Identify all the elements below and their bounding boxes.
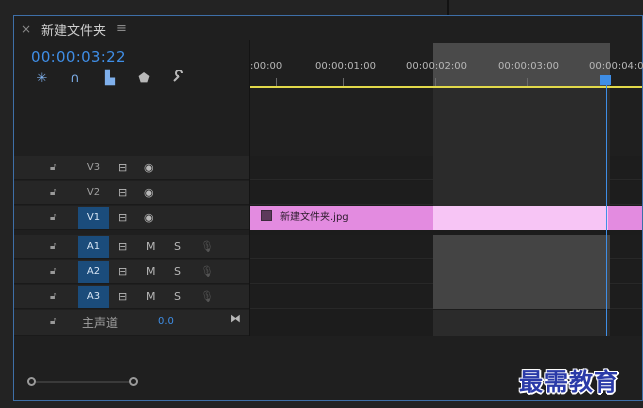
image-clip-icon — [261, 210, 272, 221]
master-volume-value[interactable]: 0.0 — [158, 316, 174, 327]
tab-sequence-title[interactable]: 新建文件夹 — [41, 20, 106, 39]
lock-icon[interactable]: 🔓︎ — [50, 266, 62, 278]
scrollbar-end-handle[interactable] — [129, 377, 138, 386]
master-track-label: 主声道 — [82, 316, 119, 330]
tab-close-icon[interactable]: × — [21, 22, 31, 36]
video-clip-selected-range[interactable] — [433, 206, 608, 230]
lock-icon[interactable]: 🔓︎ — [50, 212, 62, 224]
sync-lock-icon[interactable]: ⊟ — [118, 186, 127, 199]
mute-button[interactable]: M — [146, 240, 156, 253]
eye-icon[interactable]: ◉ — [144, 186, 154, 199]
sync-lock-icon[interactable]: ⊟ — [118, 290, 127, 303]
scrollbar-start-handle[interactable] — [27, 377, 36, 386]
microphone-icon[interactable]: 🎙︎ — [200, 265, 214, 278]
solo-button[interactable]: S — [174, 265, 181, 278]
solo-button[interactable]: S — [174, 290, 181, 303]
lock-icon[interactable]: 🔓︎ — [50, 241, 62, 253]
sync-lock-icon[interactable]: ⊟ — [118, 265, 127, 278]
ruler-label: 00:00:01:00 — [315, 61, 377, 72]
ruler-label: 00:00:03:00 — [498, 61, 560, 72]
in-out-shade-audio — [433, 235, 610, 309]
ruler-tick — [276, 78, 277, 86]
ruler-label: :00:00 — [250, 61, 283, 72]
track-label-v2[interactable]: V2 — [78, 182, 109, 204]
top-strip — [0, 0, 643, 15]
linked-selection-icon[interactable]: ▙ — [101, 70, 119, 88]
go-to-in-out-icon[interactable]: ⧓ — [230, 312, 241, 325]
eye-icon[interactable]: ◉ — [144, 161, 154, 174]
panel-divider — [447, 0, 449, 15]
track-label-a1[interactable]: A1 — [78, 236, 109, 258]
wrench-icon-svg — [173, 69, 183, 82]
watermark-logo: 最需教育 — [519, 367, 619, 396]
sync-lock-icon[interactable]: ⊟ — [118, 240, 127, 253]
solo-button[interactable]: S — [174, 240, 181, 253]
snap-nest-icon[interactable]: ✳ — [33, 70, 51, 88]
microphone-icon[interactable]: 🎙︎ — [200, 290, 214, 303]
playhead-handle[interactable] — [600, 75, 611, 85]
lock-icon[interactable]: 🔓︎ — [50, 187, 62, 199]
lock-icon[interactable]: 🔓︎ — [50, 316, 62, 328]
ruler-label: 00:00:02:00 — [406, 61, 468, 72]
sync-lock-icon[interactable]: ⊟ — [118, 211, 127, 224]
wrench-icon[interactable] — [169, 69, 187, 88]
ruler-tick — [343, 78, 344, 86]
ruler-tick — [527, 78, 528, 86]
sync-lock-icon[interactable]: ⊟ — [118, 161, 127, 174]
in-out-shade — [433, 88, 610, 206]
marker-icon[interactable]: ⬟ — [135, 70, 153, 88]
horizontal-scrollbar[interactable] — [36, 381, 129, 383]
track-label-a2[interactable]: A2 — [78, 261, 109, 283]
lock-icon[interactable]: 🔓︎ — [50, 162, 62, 174]
ruler-label: 00:00:04:00 — [589, 61, 643, 72]
mute-button[interactable]: M — [146, 265, 156, 278]
eye-icon[interactable]: ◉ — [144, 211, 154, 224]
tab-menu-icon[interactable]: ≡ — [116, 21, 127, 36]
clip-name: 新建文件夹.jpg — [280, 212, 349, 223]
playhead-timecode[interactable]: 00:00:03:22 — [31, 48, 126, 66]
lock-icon[interactable]: 🔓︎ — [50, 291, 62, 303]
track-label-v3[interactable]: V3 — [78, 157, 109, 179]
magnet-icon[interactable]: ∩ — [66, 70, 84, 88]
track-label-v1[interactable]: V1 — [78, 207, 109, 229]
ruler-tick — [435, 78, 436, 86]
mute-button[interactable]: M — [146, 290, 156, 303]
track-label-a3[interactable]: A3 — [78, 286, 109, 308]
microphone-icon[interactable]: 🎙︎ — [200, 240, 214, 253]
